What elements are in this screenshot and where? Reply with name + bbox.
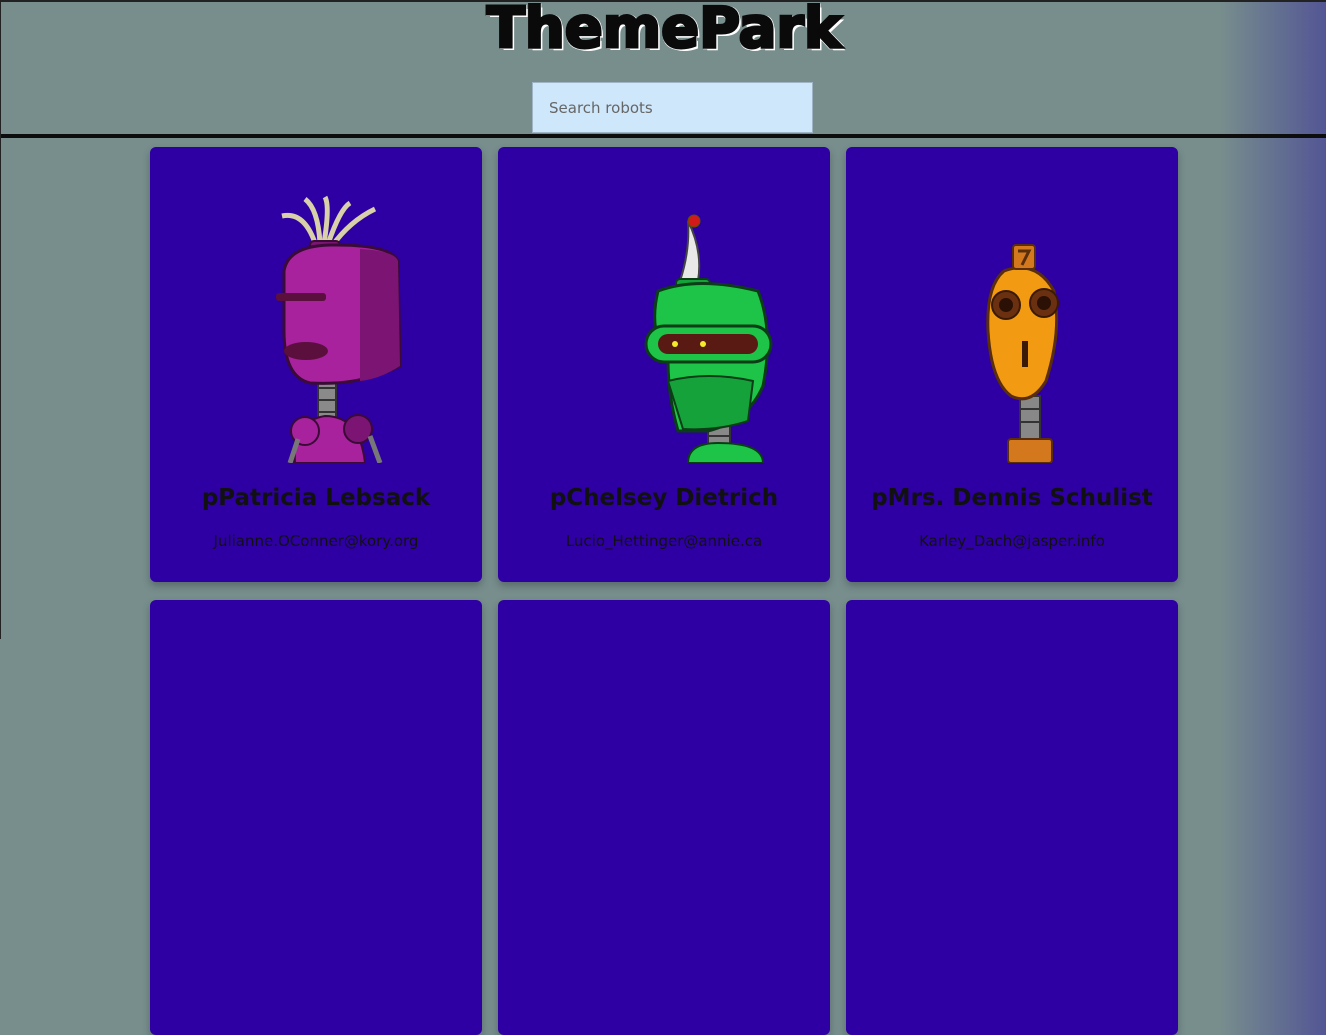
robot-avatar-image	[644, 214, 773, 463]
robot-name: pChelsey Dietrich	[549, 485, 779, 511]
search-input[interactable]	[532, 82, 813, 133]
robot-card[interactable]	[498, 600, 830, 1035]
robot-avatar-image	[986, 244, 1059, 463]
header-divider	[1, 134, 1326, 138]
header: ThemePark	[1, 0, 1326, 135]
robot-card[interactable]	[150, 600, 482, 1035]
robot-card[interactable]: pPatricia Lebsack Julianne.OConner@kory.…	[150, 147, 482, 582]
robot-name: pMrs. Dennis Schulist	[871, 485, 1153, 511]
robot-email: Julianne.OConner@kory.org	[213, 532, 419, 550]
robot-email: Karley_Dach@jasper.info	[919, 532, 1105, 550]
robot-card[interactable]: pChelsey Dietrich Lucio_Hettinger@annie.…	[498, 147, 830, 582]
site-logo: ThemePark	[485, 0, 843, 63]
robot-card[interactable]: pMrs. Dennis Schulist Karley_Dach@jasper…	[846, 147, 1178, 582]
robot-name: pPatricia Lebsack	[201, 485, 431, 511]
robot-email: Lucio_Hettinger@annie.ca	[565, 532, 763, 550]
robot-card[interactable]	[846, 600, 1178, 1035]
robot-avatar-image	[276, 195, 402, 463]
